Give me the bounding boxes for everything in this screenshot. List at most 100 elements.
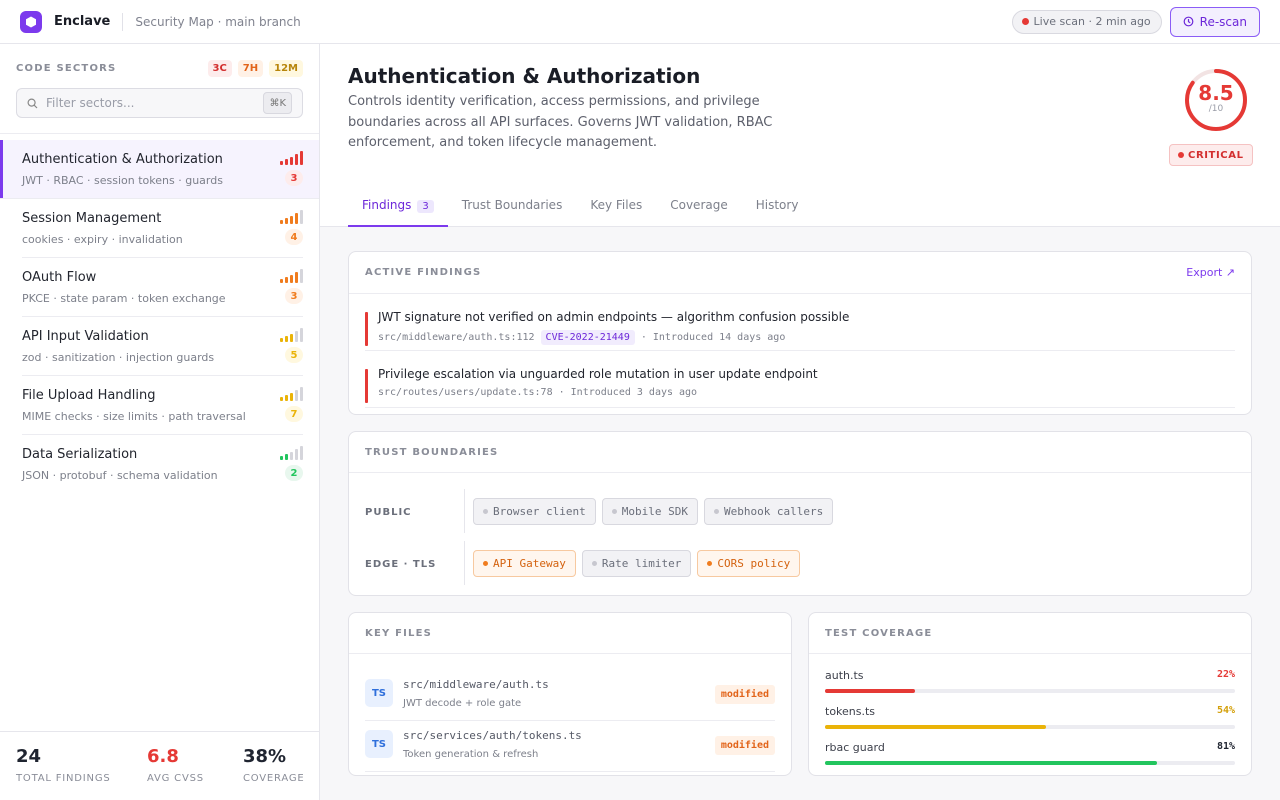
sector-name: File Upload Handling (22, 388, 156, 403)
typescript-file-icon: TS (365, 679, 393, 707)
coverage-fill (825, 689, 916, 693)
tab-bar: Findings 3 Trust Boundaries Key Files Cov… (348, 190, 812, 227)
boundary-chip[interactable]: CORS policy (697, 550, 801, 577)
sector-tags: cookies · expiry · invalidation (22, 233, 183, 246)
risk-bar (280, 220, 283, 224)
file-path: src/middleware/auth.ts (403, 678, 549, 691)
risk-bar (300, 446, 303, 460)
severity-dot-icon (1178, 152, 1184, 158)
sector-tags: PKCE · state param · token exchange (22, 292, 226, 305)
card-title: TRUST BOUNDARIES (365, 446, 499, 458)
chip-label: CORS policy (717, 557, 791, 570)
sector-count-badge: 7 (285, 406, 303, 422)
risk-bars-icon (280, 210, 303, 224)
risk-bar (285, 159, 288, 165)
key-file-row[interactable]: TS src/middleware/auth.ts JWT decode + r… (365, 670, 775, 721)
rescan-label: Re-scan (1199, 14, 1247, 29)
boundary-chip[interactable]: Rate limiter (581, 550, 692, 577)
risk-bar (290, 216, 293, 224)
risk-bar (285, 395, 288, 401)
sector-item-oauth[interactable]: OAuth Flow PKCE · state param · token ex… (22, 258, 303, 317)
risk-bars-icon (280, 269, 303, 283)
risk-bar (290, 452, 293, 460)
main-panel: Authentication & Authorization Controls … (320, 44, 1280, 800)
coverage-row: rbac guard 81% (825, 741, 1235, 775)
boundary-row-public: PUBLIC Browser client Mobile SDK Webhook… (349, 489, 1251, 541)
cve-badge[interactable]: CVE-2022-21449 (540, 330, 635, 345)
file-description: Token generation & refresh (403, 749, 539, 760)
tab-key-files[interactable]: Key Files (576, 190, 656, 227)
tab-history[interactable]: History (742, 190, 813, 227)
clock-icon (1183, 16, 1194, 27)
app-logo[interactable] (20, 10, 42, 33)
chip-label: API Gateway (493, 557, 566, 570)
card-title: TEST COVERAGE (825, 627, 933, 639)
coverage-row: auth.ts 22% (825, 669, 1235, 705)
severity-indicator (365, 369, 368, 403)
summary-stats: 24 TOTAL FINDINGS 6.8 AVG CVSS 38% COVER… (0, 731, 319, 800)
finding-row[interactable]: JWT signature not verified on admin endp… (365, 294, 1235, 351)
risk-bar (290, 157, 293, 165)
high-count-badge[interactable]: 7H (237, 60, 264, 77)
sidebar: CODE SECTORS 3C 7H 12M ⌘K Authentication… (0, 44, 320, 800)
coverage-bar (825, 689, 1235, 693)
tab-count-badge: 3 (417, 200, 434, 213)
sidebar-header: CODE SECTORS 3C 7H 12M ⌘K (0, 44, 319, 134)
boundary-chip[interactable]: API Gateway (473, 550, 576, 577)
sector-search[interactable]: ⌘K (16, 88, 303, 118)
rescan-button[interactable]: Re-scan (1169, 6, 1260, 37)
chip-dot-icon (611, 509, 617, 514)
tab-label: Findings (362, 198, 412, 212)
risk-bar (280, 456, 283, 460)
key-file-row[interactable]: TS src/services/auth/tokens.ts Token gen… (365, 721, 775, 772)
key-files-card: KEY FILES TS src/middleware/auth.ts JWT … (348, 612, 792, 776)
file-status-badge: modified (714, 685, 775, 704)
divider (464, 489, 465, 533)
stat-label: TOTAL FINDINGS (16, 773, 111, 784)
sector-tags: MIME checks · size limits · path travers… (22, 410, 246, 423)
risk-bar (290, 275, 293, 283)
critical-count-badge[interactable]: 3C (207, 60, 232, 77)
app-name: Enclave (54, 14, 111, 29)
finding-location: src/routes/users/update.ts:78 (378, 387, 553, 398)
risk-bars-icon (280, 328, 303, 342)
sidebar-title: CODE SECTORS (16, 63, 117, 74)
risk-score-gauge: 8.5 /10 (1182, 66, 1250, 134)
risk-bar (295, 272, 298, 283)
finding-row[interactable]: Privilege escalation via unguarded role … (365, 351, 1235, 408)
tab-coverage[interactable]: Coverage (656, 190, 742, 227)
risk-bar (280, 397, 283, 401)
sector-tags: JSON · protobuf · schema validation (22, 469, 218, 482)
sector-item-file-upload[interactable]: File Upload Handling MIME checks · size … (22, 376, 303, 435)
boundary-chip[interactable]: Webhook callers (703, 498, 834, 525)
risk-bar (285, 454, 288, 460)
search-input[interactable] (46, 96, 246, 110)
stat-avg-cvss: 6.8 AVG CVSS (147, 746, 222, 784)
stat-label: COVERAGE (243, 773, 305, 784)
sector-item-session[interactable]: Session Management cookies · expiry · in… (22, 199, 303, 258)
boundary-chip[interactable]: Mobile SDK (601, 498, 698, 525)
coverage-bar (825, 725, 1235, 729)
chip-label: Rate limiter (601, 557, 682, 570)
chip-dot-icon (483, 561, 488, 566)
stat-value: 38% (243, 746, 287, 767)
tab-findings[interactable]: Findings 3 (348, 190, 448, 227)
export-link[interactable]: Export ↗ (1186, 266, 1235, 279)
risk-bar (295, 390, 298, 401)
coverage-name: tokens.ts (825, 705, 876, 718)
medium-count-badge[interactable]: 12M (269, 60, 303, 77)
card-title: ACTIVE FINDINGS (365, 267, 482, 278)
boundary-chip[interactable]: Browser client (473, 498, 596, 525)
sector-item-serialization[interactable]: Data Serialization JSON · protobuf · sch… (22, 435, 303, 494)
sector-item-auth[interactable]: Authentication & Authorization JWT · RBA… (0, 140, 319, 199)
risk-bar (300, 387, 303, 401)
risk-bar (300, 269, 303, 283)
risk-bar (290, 334, 293, 342)
risk-bar (295, 449, 298, 460)
risk-bar (280, 161, 283, 165)
finding-location: src/middleware/auth.ts:112 (378, 332, 535, 343)
sector-item-input-validation[interactable]: API Input Validation zod · sanitization … (22, 317, 303, 376)
tab-trust-boundaries[interactable]: Trust Boundaries (448, 190, 577, 227)
severity-label: CRITICAL (1188, 149, 1244, 161)
score-max: /10 (1208, 104, 1224, 114)
